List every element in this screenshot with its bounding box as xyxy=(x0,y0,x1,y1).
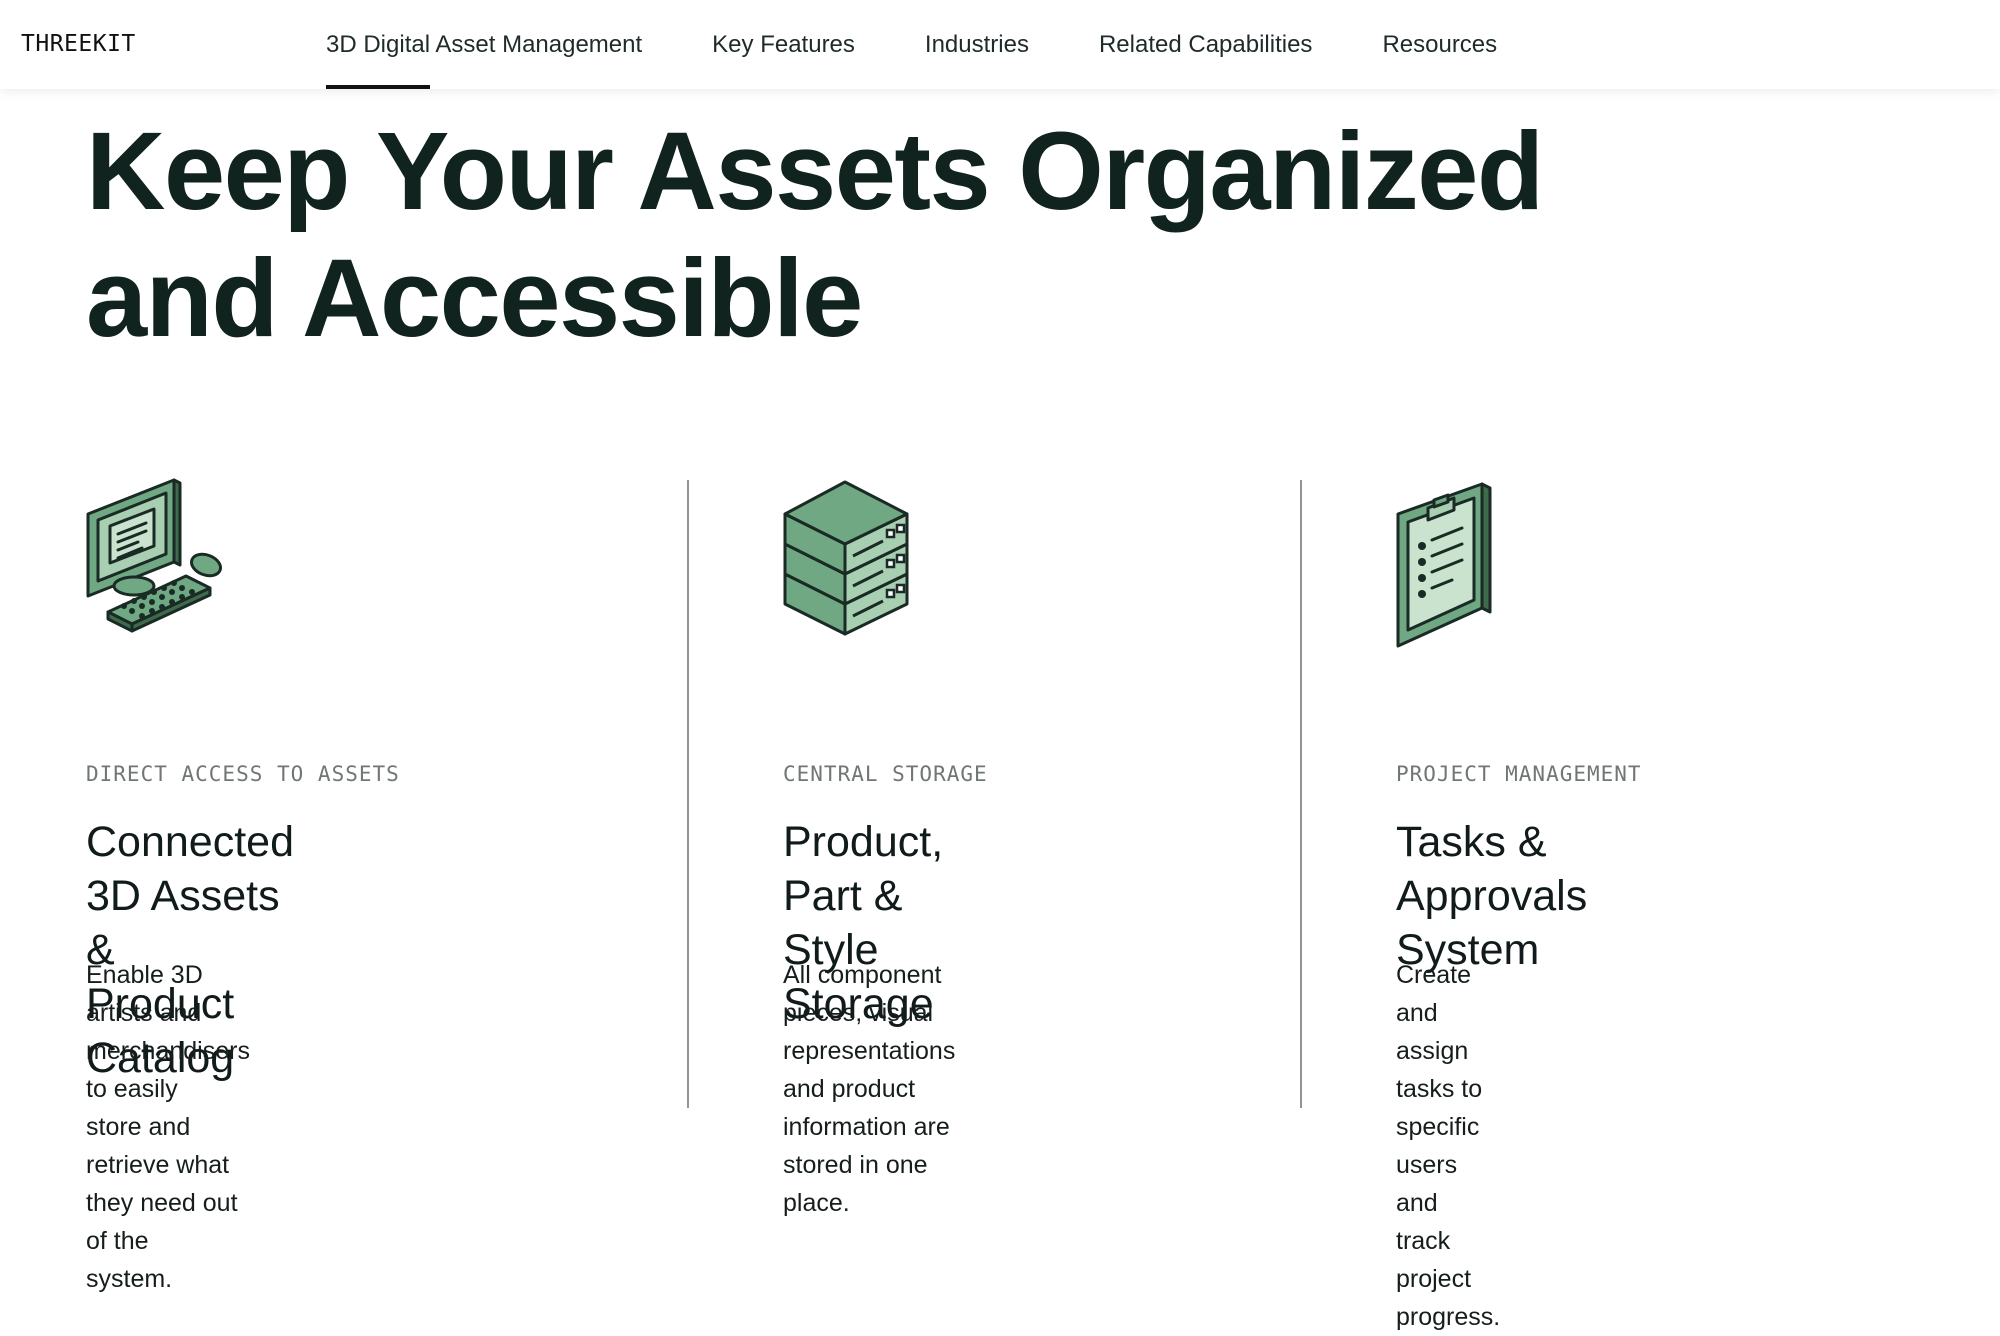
feature-title-line-1: Tasks & Approvals xyxy=(1396,818,1588,920)
feature-description-line-2: store and retrieve what they need out of… xyxy=(86,1113,238,1255)
feature-title: Tasks & Approvals System xyxy=(1396,815,1587,977)
nav-item-resources[interactable]: Resources xyxy=(1382,0,1497,89)
feature-description-line-3: information are stored in one place. xyxy=(783,1113,950,1217)
top-navigation-bar: THREEKIT 3D Digital Asset Management Key… xyxy=(0,0,2000,89)
feature-description: Enable 3D artists and merchandisers to e… xyxy=(86,956,250,1298)
feature-kicker: CENTRAL STORAGE xyxy=(783,762,988,786)
feature-description-line-1: All component pieces, visual xyxy=(783,961,942,1027)
nav-item-key-features[interactable]: Key Features xyxy=(712,0,855,89)
nav-item-industries[interactable]: Industries xyxy=(925,0,1029,89)
clipboard-icon xyxy=(1396,478,1496,658)
feature-description-line-1: Enable 3D artists and merchandisers to e… xyxy=(86,961,250,1103)
column-divider xyxy=(1300,480,1302,1108)
feature-description-line-2: representations and product xyxy=(783,1037,956,1103)
feature-title-line-1: Product, Part & Style xyxy=(783,818,944,974)
computer-icon xyxy=(86,478,236,643)
feature-kicker: DIRECT ACCESS TO ASSETS xyxy=(86,762,400,786)
hero-heading-line-1: Keep Your Assets Organized xyxy=(86,110,1544,233)
feature-description-line-3: system. xyxy=(86,1265,173,1293)
feature-description-line-1: Create and assign tasks to specific user… xyxy=(1396,961,1483,1217)
server-stack-icon xyxy=(783,478,913,643)
nav-item-3d-digital-asset-management[interactable]: 3D Digital Asset Management xyxy=(326,0,642,89)
feature-kicker: PROJECT MANAGEMENT xyxy=(1396,762,1642,786)
section-nav: 3D Digital Asset Management Key Features… xyxy=(326,0,1497,89)
feature-description-line-2: track project progress. xyxy=(1396,1227,1501,1331)
feature-description: Create and assign tasks to specific user… xyxy=(1396,956,1500,1336)
feature-description: All component pieces, visual representat… xyxy=(783,956,955,1222)
threekit-logo[interactable]: THREEKIT xyxy=(21,31,136,57)
column-divider xyxy=(687,480,689,1108)
hero-heading: Keep Your Assets Organized and Accessibl… xyxy=(86,108,1786,362)
nav-item-related-capabilities[interactable]: Related Capabilities xyxy=(1099,0,1312,89)
hero-heading-line-2: and Accessible xyxy=(86,237,863,360)
feature-title-line-1: Connected 3D Assets & xyxy=(86,818,294,974)
